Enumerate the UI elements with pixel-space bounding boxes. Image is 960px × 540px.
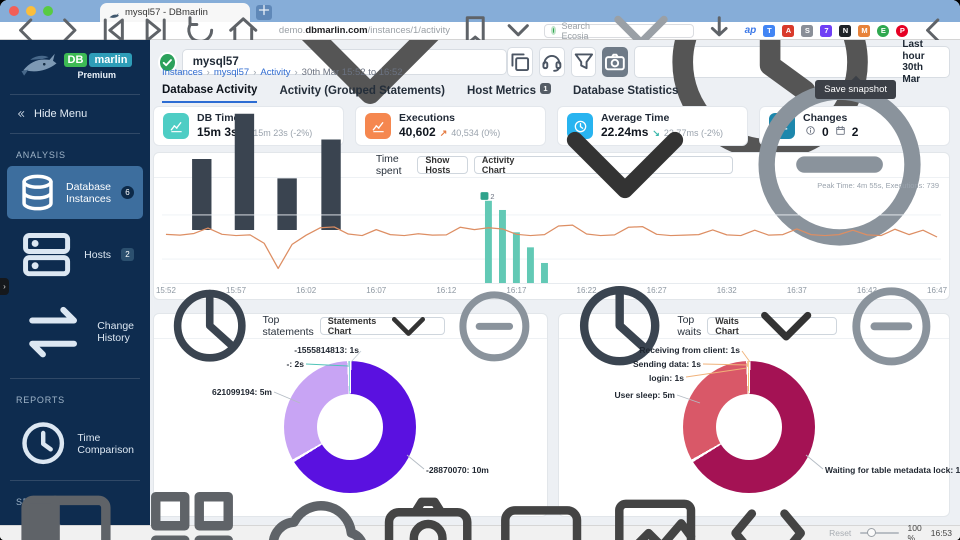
extension-icon[interactable]: T <box>763 24 776 37</box>
zoom-level: 100 % <box>907 523 922 540</box>
extensions-row: ap T A S 7 N M E P <box>744 24 909 37</box>
svg-text:2: 2 <box>490 192 494 201</box>
count-badge: 6 <box>121 186 134 200</box>
dbmarlin-logo-fish <box>18 52 60 80</box>
grid-icon[interactable] <box>134 475 250 540</box>
panel-title: Top statements <box>262 314 314 338</box>
url-prefix: demo. <box>278 25 306 36</box>
sidebar-item-change-history[interactable]: Change History <box>7 290 143 374</box>
clock-time: 16:53 <box>930 528 953 538</box>
donut-slice-label: 621099194: 5m <box>211 387 272 397</box>
url-path: /instances/1/activity <box>367 25 450 36</box>
donut-slice-label: -28870070: 10m <box>426 465 489 475</box>
count-badge: 2 <box>121 248 134 262</box>
sidebar-item-database-instances[interactable]: Database Instances 6 <box>7 166 143 220</box>
save-snapshot-tooltip: Save snapshot <box>815 80 896 99</box>
sidebar-sections: ANALYSIS Database Instances 6 Hosts 2 Change … <box>0 138 150 525</box>
browser-toolbar: demo.dbmarlin.com/instances/1/activity S… <box>0 15 960 46</box>
sidebar-item-hosts[interactable]: Hosts 2 <box>7 219 143 290</box>
extension-icon[interactable]: ap <box>744 25 757 37</box>
panel-title: Time spent <box>375 153 402 177</box>
donut-slice-label: Sending data: 1s <box>632 359 701 369</box>
time-spent-chart[interactable]: 2 <box>162 191 941 283</box>
donut-slice-label: User sleep: 5m <box>614 390 675 400</box>
divider <box>10 94 140 95</box>
reset-zoom-label[interactable]: Reset <box>829 528 851 538</box>
donut-slice-label: login: 1s <box>649 373 684 383</box>
extension-icon[interactable]: 7 <box>820 24 833 37</box>
side-panel-icon[interactable] <box>8 475 124 540</box>
sidebar-section-label: REPORTS <box>16 395 65 406</box>
hide-menu-button[interactable]: Hide Menu <box>0 99 150 129</box>
waits-chart-dropdown[interactable]: Waits Chart <box>707 311 838 341</box>
donut-slice-label: -1555814813: 1s <box>294 345 359 355</box>
extension-icon[interactable]: E <box>877 24 890 37</box>
extension-icon[interactable]: N <box>839 24 852 37</box>
divider <box>10 378 140 380</box>
code-arrows-icon[interactable] <box>716 481 820 540</box>
logo-marlin-badge: marlin <box>89 52 133 67</box>
divider <box>10 133 140 134</box>
zoom-slider-knob[interactable] <box>867 528 877 537</box>
search-input[interactable]: Search Ecosia <box>543 15 694 46</box>
chevrons-left-icon <box>16 109 26 119</box>
peak-annotation: Peak Time: 4m 55s, Executions: 739 <box>817 181 939 190</box>
statements-chart-dropdown[interactable]: Statements Chart <box>319 316 446 336</box>
extension-icon[interactable]: P <box>896 24 909 37</box>
donut-slice-label: -: 2s <box>286 359 304 369</box>
cloud-icon[interactable] <box>260 475 376 540</box>
exchange-icon <box>16 295 90 369</box>
clock-icon <box>16 416 70 470</box>
sidebar-item-time-comparison[interactable]: Time Comparison <box>7 411 143 475</box>
address-bar[interactable]: demo.dbmarlin.com/instances/1/activity <box>271 25 450 36</box>
logo-premium-label: Premium <box>77 69 117 80</box>
server-icon <box>16 224 77 285</box>
donut-slice-label: Receiving from client: 1s <box>639 345 740 355</box>
x-tick-label: 16:02 <box>296 286 317 295</box>
dbmarlin-logo: DB marlin Premium <box>0 40 150 90</box>
ecosia-icon <box>550 26 557 35</box>
main-content: mysql57 Last hour 30th Mar Save snapshot … <box>150 40 960 525</box>
camera-icon[interactable] <box>376 481 480 540</box>
image-icon[interactable] <box>603 481 707 540</box>
extension-icon[interactable]: M <box>858 24 871 37</box>
database-icon <box>16 171 59 214</box>
screenshot-tool-bar: Reset 100 % 16:53 <box>0 492 960 540</box>
sidebar-section-label: ANALYSIS <box>16 150 66 160</box>
donut-slice-label: Waiting for table metadata lock: 10m <box>825 465 960 475</box>
sidebar: DB marlin Premium Hide Menu ANALYSIS Data… <box>0 40 150 525</box>
extension-icon[interactable]: A <box>782 24 795 37</box>
search-placeholder: Search Ecosia <box>561 20 591 41</box>
zoom-slider[interactable] <box>860 528 899 537</box>
selection-icon[interactable] <box>489 481 593 540</box>
browser-window: mysql57 - DBmarlin demo.dbmarlin.com/ins… <box>0 0 960 540</box>
show-hosts-button[interactable]: Show Hosts <box>417 155 468 175</box>
logo-db-badge: DB <box>63 52 88 67</box>
panel-title: Top waits <box>677 314 702 338</box>
extension-icon[interactable]: S <box>801 24 814 37</box>
activity-chart-dropdown[interactable]: Activity Chart <box>473 131 733 199</box>
sidebar-collapse-notch[interactable]: › <box>0 278 9 295</box>
url-domain: dbmarlin.com <box>305 25 368 36</box>
